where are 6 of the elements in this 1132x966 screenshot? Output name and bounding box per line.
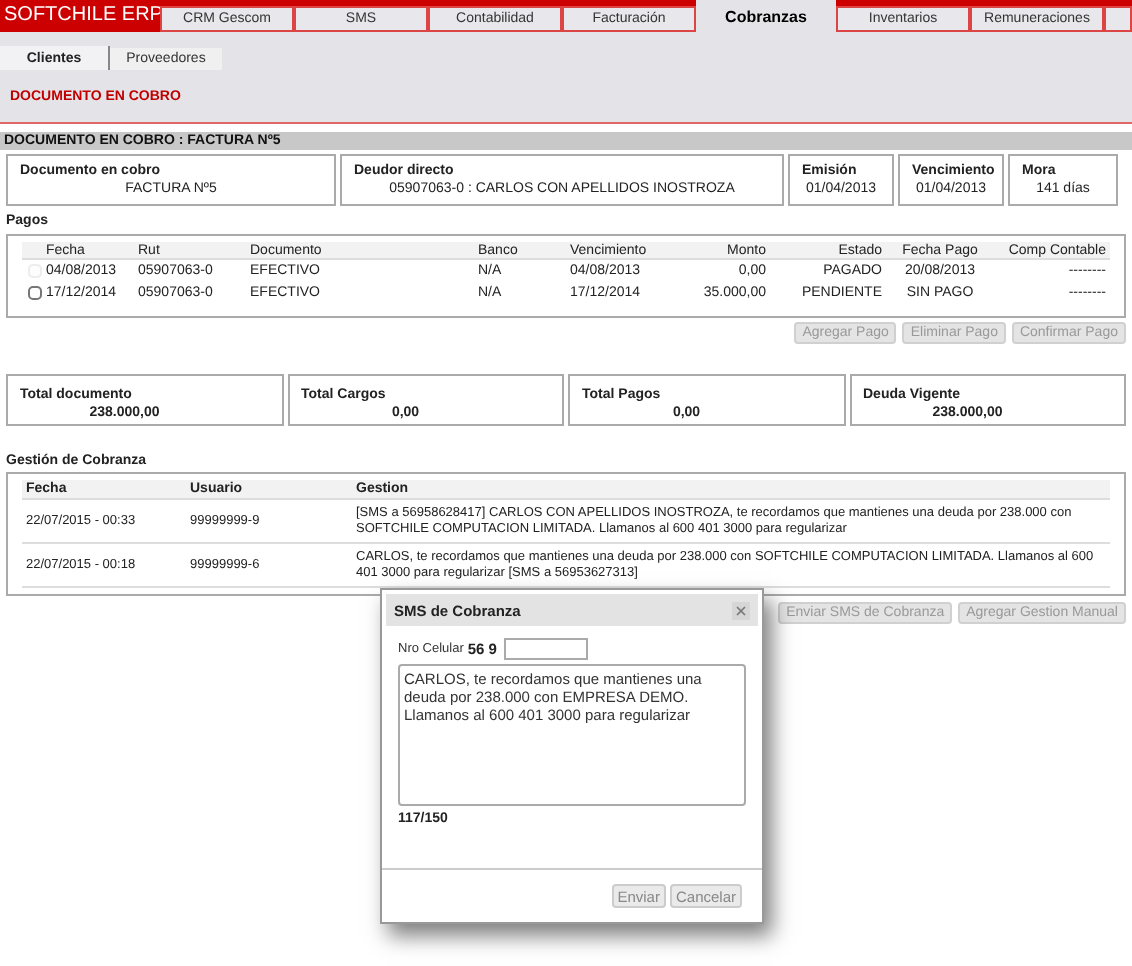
- close-icon[interactable]: [732, 601, 750, 619]
- row-checkbox[interactable]: [28, 286, 42, 300]
- module-tab[interactable]: [1104, 6, 1132, 32]
- module-tab[interactable]: Cobranzas: [696, 0, 836, 32]
- app-logo: SOFTCHILE ERP: [2, 2, 160, 30]
- phone-input-field[interactable]: [504, 638, 589, 660]
